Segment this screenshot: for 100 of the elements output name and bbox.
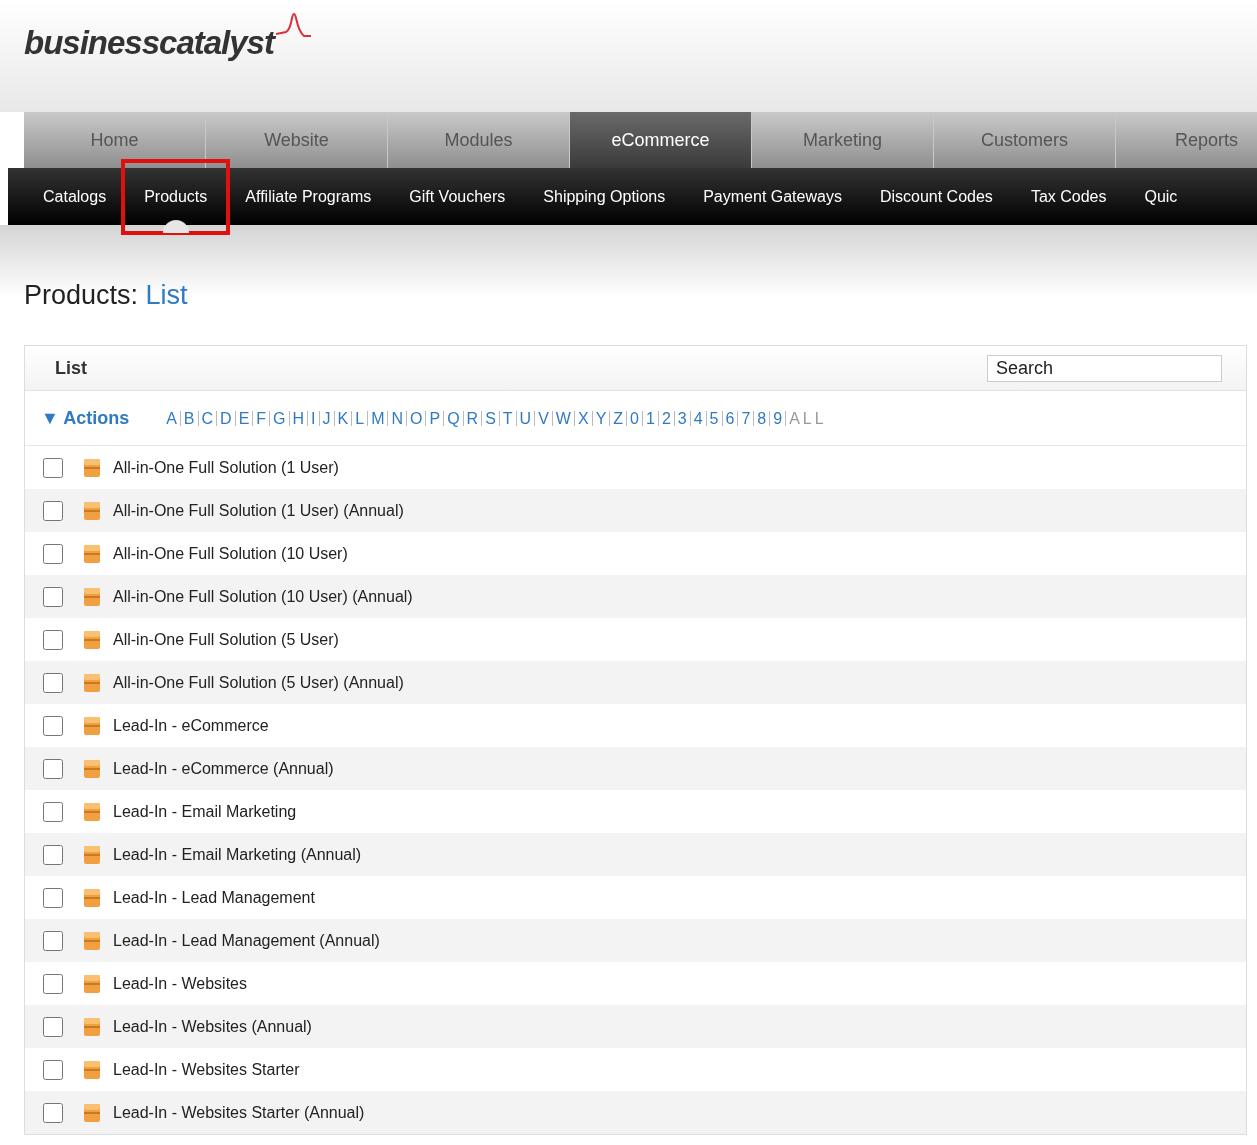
letter-link[interactable]: ALL	[785, 410, 830, 426]
letter-link[interactable]: 2	[657, 410, 674, 426]
product-icon	[83, 973, 101, 994]
nav-tab[interactable]: Modules	[388, 112, 570, 168]
checkbox[interactable]	[43, 844, 63, 865]
letter-link[interactable]: H	[288, 410, 308, 426]
letter-link[interactable]: B	[179, 410, 198, 426]
letter-link[interactable]: Y	[591, 410, 610, 426]
product-icon	[83, 457, 101, 478]
subnav-tab[interactable]: Quic	[1125, 178, 1197, 215]
letter-link[interactable]: I	[307, 410, 319, 426]
product-name[interactable]: Lead-In - eCommerce	[113, 713, 269, 738]
product-name[interactable]: All-in-One Full Solution (10 User)	[113, 541, 348, 566]
letter-link[interactable]: M	[367, 410, 388, 426]
letter-link[interactable]: X	[573, 410, 592, 426]
checkbox[interactable]	[43, 586, 63, 607]
letter-link[interactable]: U	[515, 410, 535, 426]
letter-link[interactable]: A	[163, 410, 180, 426]
letter-link[interactable]: 1	[642, 410, 658, 426]
checkbox[interactable]	[43, 887, 63, 908]
page-heading: Products: List	[24, 279, 189, 312]
product-icon	[83, 500, 101, 521]
nav-tab[interactable]: Reports	[1116, 112, 1257, 168]
letter-link[interactable]: 9	[769, 410, 786, 426]
subnav-tab[interactable]: Discount Codes	[860, 178, 1012, 215]
product-name[interactable]: Lead-In - Websites Starter	[113, 1057, 300, 1082]
checkbox[interactable]	[43, 1016, 63, 1037]
letter-link[interactable]: C	[197, 410, 217, 426]
letter-link[interactable]: L	[351, 410, 368, 426]
product-icon	[83, 629, 101, 650]
product-name[interactable]: Lead-In - Email Marketing	[113, 799, 297, 824]
checkbox[interactable]	[43, 1059, 63, 1080]
nav-tab[interactable]: Website	[206, 112, 388, 168]
checkbox[interactable]	[43, 543, 63, 564]
letter-link[interactable]: T	[498, 410, 516, 426]
letter-link[interactable]: 0	[626, 410, 642, 426]
panel-title: List	[55, 356, 87, 380]
product-name[interactable]: Lead-In - Websites	[113, 971, 247, 996]
product-name[interactable]: Lead-In - Email Marketing (Annual)	[113, 842, 362, 867]
product-name[interactable]: Lead-In - eCommerce (Annual)	[113, 756, 334, 781]
nav-tab[interactable]: Marketing	[752, 112, 934, 168]
letter-link[interactable]: P	[425, 410, 444, 426]
product-name[interactable]: All-in-One Full Solution (1 User) (Annual)	[113, 498, 404, 523]
product-icon	[83, 758, 101, 779]
product-name[interactable]: Lead-In - Websites Starter (Annual)	[113, 1100, 365, 1125]
letter-link[interactable]: S	[481, 410, 499, 426]
letter-link[interactable]: N	[387, 410, 406, 426]
letter-link[interactable]: V	[534, 410, 552, 426]
subnav-tab[interactable]: Tax Codes	[1011, 178, 1126, 215]
product-icon	[83, 1102, 101, 1123]
letter-link[interactable]: 3	[673, 410, 690, 426]
nav-tab[interactable]: eCommerce	[570, 112, 752, 168]
letter-link[interactable]: E	[234, 410, 253, 426]
nav-tab[interactable]: Home	[24, 112, 206, 168]
product-name[interactable]: Lead-In - Lead Management (Annual)	[113, 928, 380, 953]
checkbox[interactable]	[43, 500, 63, 521]
product-name[interactable]: All-in-One Full Solution (1 User)	[113, 455, 339, 480]
letter-link[interactable]: W	[551, 410, 574, 426]
letter-link[interactable]: Z	[609, 410, 627, 426]
letter-link[interactable]: O	[406, 410, 426, 426]
product-icon	[83, 543, 101, 564]
checkbox[interactable]	[43, 715, 63, 736]
product-icon	[83, 715, 101, 736]
product-name[interactable]: Lead-In - Websites (Annual)	[113, 1014, 312, 1039]
letter-link[interactable]: G	[269, 410, 289, 426]
checkbox[interactable]	[43, 672, 63, 693]
checkbox[interactable]	[43, 973, 63, 994]
letter-link[interactable]: K	[333, 410, 352, 426]
product-name[interactable]: All-in-One Full Solution (10 User) (Annual)	[113, 584, 413, 609]
subnav-tab[interactable]: Payment Gateways	[684, 178, 861, 215]
product-name[interactable]: Lead-In - Lead Management	[113, 885, 315, 910]
letter-link[interactable]: 5	[705, 410, 722, 426]
product-icon	[83, 1059, 101, 1080]
checkbox[interactable]	[43, 457, 63, 478]
letter-link[interactable]: D	[216, 410, 235, 426]
checkbox[interactable]	[43, 629, 63, 650]
letter-link[interactable]: R	[462, 410, 482, 426]
letter-link[interactable]: J	[318, 410, 334, 426]
product-name[interactable]: All-in-One Full Solution (5 User)	[113, 627, 339, 652]
checkbox[interactable]	[43, 930, 63, 951]
checkbox[interactable]	[43, 1102, 63, 1123]
letter-link[interactable]: 8	[753, 410, 770, 426]
nav-tab[interactable]: Customers	[934, 112, 1116, 168]
search-field[interactable]: Search	[987, 354, 1222, 382]
letter-link[interactable]: 4	[689, 410, 706, 426]
checkbox[interactable]	[43, 758, 63, 779]
subnav-tab[interactable]: Catalogs	[24, 178, 126, 215]
letter-link[interactable]: F	[252, 410, 270, 426]
product-icon	[83, 887, 101, 908]
subnav-tab[interactable]: Shipping Options	[524, 178, 685, 215]
subnav-tab[interactable]: Gift Vouchers	[390, 178, 525, 215]
letter-link[interactable]: 6	[721, 410, 738, 426]
logo-text: businesscatalyst	[24, 23, 274, 63]
product-icon	[83, 930, 101, 951]
product-name[interactable]: All-in-One Full Solution (5 User) (Annual)	[113, 670, 404, 695]
letter-link[interactable]: 7	[737, 410, 754, 426]
actions-link[interactable]: ▼ Actions	[41, 404, 130, 432]
checkbox[interactable]	[43, 801, 63, 822]
letter-link[interactable]: Q	[443, 410, 463, 426]
subnav-tab[interactable]: Affiliate Programs	[226, 178, 391, 215]
